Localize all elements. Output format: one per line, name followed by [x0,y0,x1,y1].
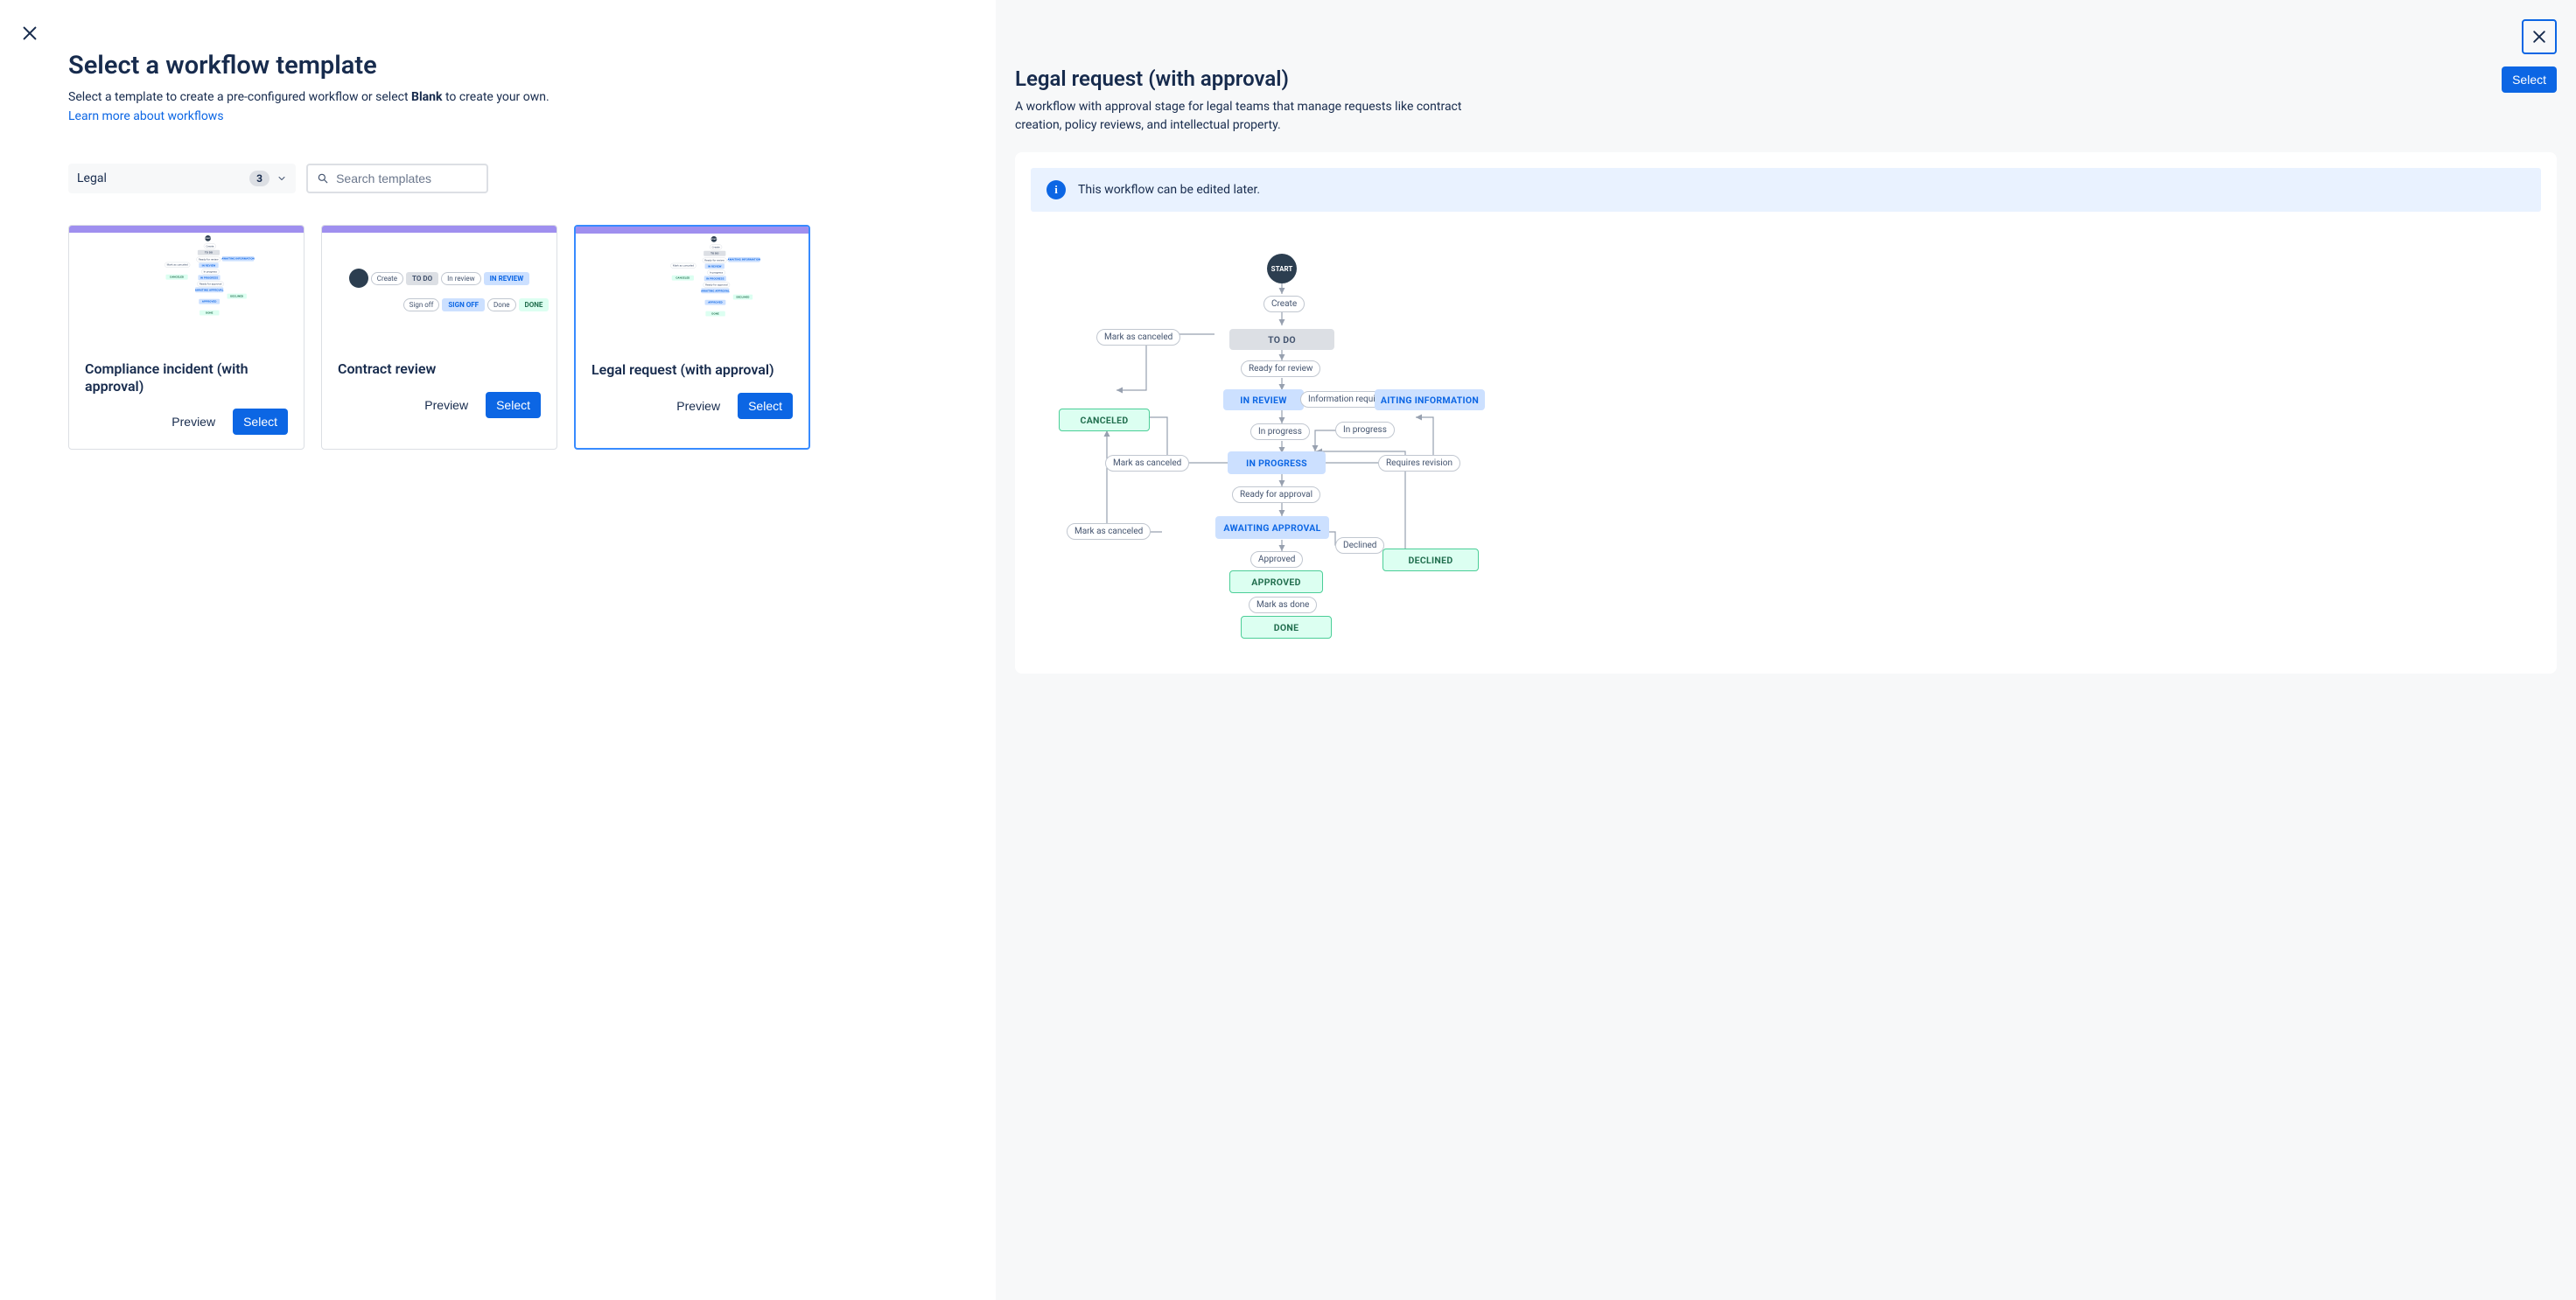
detail-select-button[interactable]: Select [2502,66,2557,93]
card-accent [69,226,304,233]
wf-canceled: CANCELED [1059,409,1150,431]
workflow-diagram: START Create TO DO Mark as canceled Read… [1031,238,2541,658]
wf-in-progress: IN PROGRESS [1228,451,1326,474]
wf-approved-pill: Approved [1250,551,1303,568]
filter-count-badge: 3 [249,171,270,186]
wf-ready-approval: Ready for approval [1232,486,1320,503]
category-filter[interactable]: Legal 3 [68,164,296,193]
card-title: Legal request (with approval) [592,361,793,381]
template-card[interactable]: Create TO DO In review IN REVIEW Sign of… [321,225,557,451]
filter-label: Legal [77,171,107,185]
chevron-down-icon [276,173,287,184]
close-detail-button[interactable] [2522,19,2557,54]
wf-mark-canceled-2: Mark as canceled [1105,455,1189,472]
wf-approved: APPROVED [1229,570,1323,593]
wf-todo: TO DO [1229,329,1334,350]
search-input[interactable] [336,171,478,185]
card-thumbnail: START Create TO DO AWAITING INFORMATION … [576,234,808,349]
info-text: This workflow can be edited later. [1078,183,1260,197]
info-icon: i [1046,180,1066,199]
wf-declined-pill: Declined [1335,537,1384,554]
close-icon [2530,28,2548,45]
wf-mark-canceled-3: Mark as canceled [1067,523,1151,540]
card-thumbnail: START Create TO DO AWAITING INFORMATION … [69,233,304,348]
wf-declined: DECLINED [1382,549,1479,571]
detail-title: Legal request (with approval) [1015,66,1289,91]
wf-awaiting-approval: AWAITING APPROVAL [1215,516,1329,539]
workflow-preview-panel: i This workflow can be edited later. [1015,152,2557,674]
card-accent [576,227,808,234]
template-card[interactable]: START Create TO DO AWAITING INFORMATION … [574,225,810,451]
wf-mark-done: Mark as done [1249,597,1317,613]
workflow-arrows [1031,238,2541,658]
close-icon [20,24,39,43]
card-preview-button[interactable]: Preview [414,392,479,418]
wf-in-review: IN REVIEW [1223,389,1304,410]
search-input-wrapper[interactable] [306,164,488,193]
wf-in-progress-pill-2: In progress [1335,422,1395,438]
card-title: Compliance incident (with approval) [85,360,288,397]
wf-requires-revision: Requires revision [1378,455,1460,472]
card-preview-button[interactable]: Preview [161,409,226,435]
wf-mark-canceled-1: Mark as canceled [1096,329,1180,346]
wf-ready-review: Ready for review [1241,360,1320,377]
wf-create: Create [1264,296,1305,312]
card-select-button[interactable]: Select [233,409,288,435]
page-subtitle: Select a template to create a pre-config… [68,89,928,107]
card-thumbnail: Create TO DO In review IN REVIEW Sign of… [322,233,556,348]
close-button[interactable] [12,16,47,51]
wf-start: START [1267,254,1297,283]
page-title: Select a workflow template [68,51,928,80]
wf-done: DONE [1241,616,1332,639]
card-title: Contract review [338,360,541,380]
card-preview-button[interactable]: Preview [666,393,731,419]
card-select-button[interactable]: Select [738,393,793,419]
info-banner: i This workflow can be edited later. [1031,168,2541,212]
template-card[interactable]: START Create TO DO AWAITING INFORMATION … [68,225,304,451]
learn-more-link[interactable]: Learn more about workflows [68,109,224,123]
wf-in-progress-pill-1: In progress [1250,423,1310,440]
detail-description: A workflow with approval stage for legal… [1015,98,1470,135]
card-select-button[interactable]: Select [486,392,541,418]
search-icon [317,171,329,185]
wf-awaiting-info: AITING INFORMATION [1375,389,1485,410]
card-accent [322,226,556,233]
